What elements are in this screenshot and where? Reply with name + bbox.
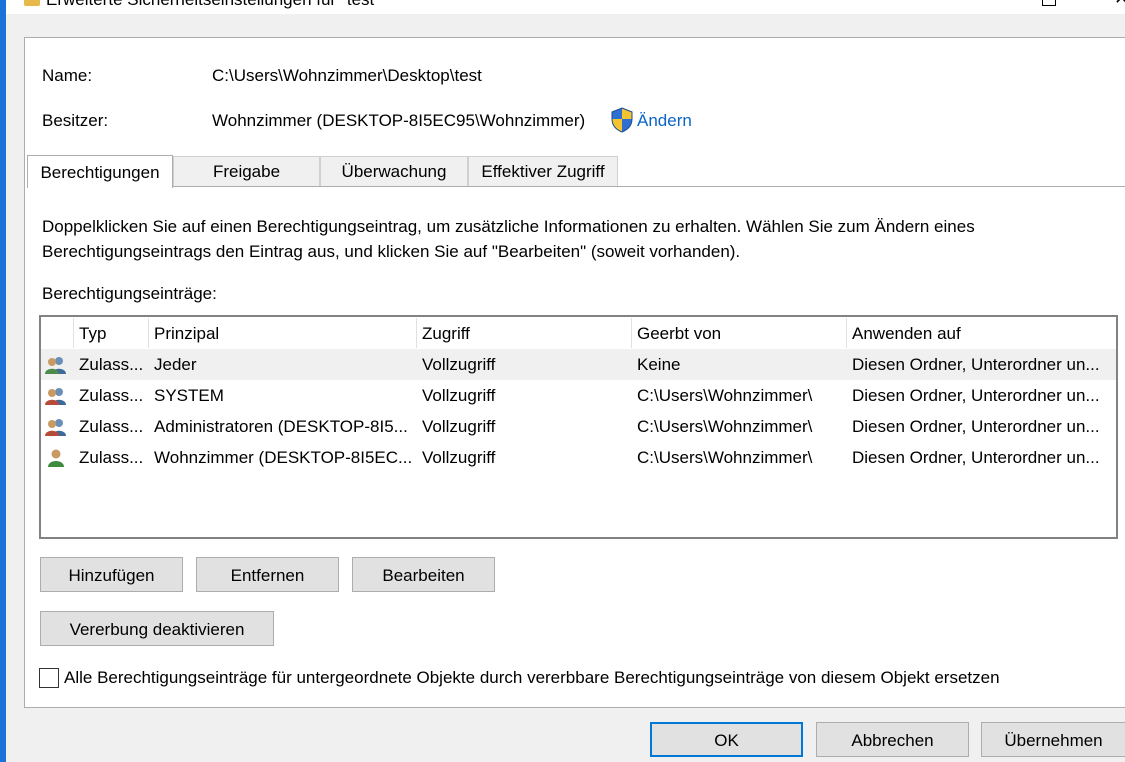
column-header-applies-to[interactable]: Anwenden auf <box>852 318 961 348</box>
column-header-principal[interactable]: Prinzipal <box>154 318 219 348</box>
table-row[interactable]: Zulass... Administratoren (DESKTOP-8I5..… <box>41 411 1116 442</box>
tab-effective-access[interactable]: Effektiver Zugriff <box>468 156 618 186</box>
column-header-inherited-from[interactable]: Geerbt von <box>637 318 721 348</box>
add-button[interactable]: Hinzufügen <box>40 557 183 592</box>
tab-permissions[interactable]: Berechtigungen <box>27 155 173 188</box>
maximize-icon[interactable] <box>1042 0 1056 6</box>
row-principal: Jeder <box>154 355 197 374</box>
row-inherited-from: C:\Users\Wohnzimmer\ <box>637 448 813 467</box>
close-icon[interactable]: ✕ <box>1114 0 1125 9</box>
row-applies-to: Diesen Ordner, Unterordner un... <box>852 355 1100 374</box>
row-type: Zulass... <box>79 417 144 436</box>
row-inherited-from: Keine <box>637 355 681 374</box>
owner-value: Wohnzimmer (DESKTOP-8I5EC95\Wohnzimmer) <box>212 111 586 130</box>
row-principal: SYSTEM <box>154 386 224 405</box>
name-value: C:\Users\Wohnzimmer\Desktop\test <box>212 66 482 85</box>
remove-button[interactable]: Entfernen <box>196 557 339 592</box>
apply-button[interactable]: Übernehmen <box>981 722 1125 757</box>
description-text: Doppelklicken Sie auf einen Berechtigung… <box>42 217 975 261</box>
change-owner-link[interactable]: Ändern <box>637 111 692 131</box>
table-row[interactable]: Zulass... SYSTEM Vollzugriff C:\Users\Wo… <box>41 380 1116 411</box>
edit-button[interactable]: Bearbeiten <box>352 557 495 592</box>
replace-child-permissions-label: Alle Berechtigungseinträge für untergeor… <box>64 668 1000 687</box>
row-access: Vollzugriff <box>422 417 496 436</box>
cancel-button[interactable]: Abbrechen <box>816 722 969 757</box>
user-group-icon <box>45 388 66 405</box>
table-row[interactable]: Zulass... Jeder Vollzugriff Keine Diesen… <box>41 349 1116 380</box>
tab-sharing[interactable]: Freigabe <box>173 156 320 186</box>
table-row[interactable]: Zulass... Wohnzimmer (DESKTOP-8I5EC... V… <box>41 442 1116 473</box>
folder-icon <box>24 0 40 6</box>
row-applies-to: Diesen Ordner, Unterordner un... <box>852 448 1100 467</box>
row-applies-to: Diesen Ordner, Unterordner un... <box>852 386 1100 405</box>
column-separator <box>631 318 632 348</box>
ok-button[interactable]: OK <box>650 722 803 757</box>
column-header-access[interactable]: Zugriff <box>422 318 470 348</box>
row-access: Vollzugriff <box>422 448 496 467</box>
window-frame-edge <box>0 0 6 762</box>
title-bar[interactable]: Erweiterte Sicherheitseinstellungen für … <box>6 0 1125 14</box>
column-separator <box>73 318 74 348</box>
window-title: Erweiterte Sicherheitseinstellungen für … <box>46 0 380 10</box>
permission-entries-label: Berechtigungseinträge: <box>42 284 217 303</box>
row-principal: Wohnzimmer (DESKTOP-8I5EC... <box>154 448 412 467</box>
row-type: Zulass... <box>79 355 144 374</box>
column-separator <box>846 318 847 348</box>
replace-child-permissions-checkbox[interactable] <box>39 668 59 688</box>
row-access: Vollzugriff <box>422 355 496 374</box>
column-header-type[interactable]: Typ <box>79 318 106 348</box>
tab-auditing[interactable]: Überwachung <box>320 156 468 186</box>
row-type: Zulass... <box>79 386 144 405</box>
row-access: Vollzugriff <box>422 386 496 405</box>
column-separator <box>416 318 417 348</box>
row-type: Zulass... <box>79 448 144 467</box>
user-group-icon <box>45 357 66 374</box>
disable-inheritance-button[interactable]: Vererbung deaktivieren <box>40 611 274 646</box>
tab-strip-border <box>173 186 1125 187</box>
user-group-icon <box>45 419 66 436</box>
user-icon <box>48 449 64 467</box>
owner-label: Besitzer: <box>42 111 109 130</box>
uac-shield-icon <box>611 107 633 133</box>
row-inherited-from: C:\Users\Wohnzimmer\ <box>637 417 813 436</box>
row-applies-to: Diesen Ordner, Unterordner un... <box>852 417 1100 436</box>
row-inherited-from: C:\Users\Wohnzimmer\ <box>637 386 813 405</box>
name-label: Name: <box>42 66 93 85</box>
permission-entries-list[interactable]: Typ Prinzipal Zugriff Geerbt von Anwende… <box>39 315 1118 539</box>
column-separator <box>148 318 149 348</box>
row-principal: Administratoren (DESKTOP-8I5... <box>154 417 408 436</box>
